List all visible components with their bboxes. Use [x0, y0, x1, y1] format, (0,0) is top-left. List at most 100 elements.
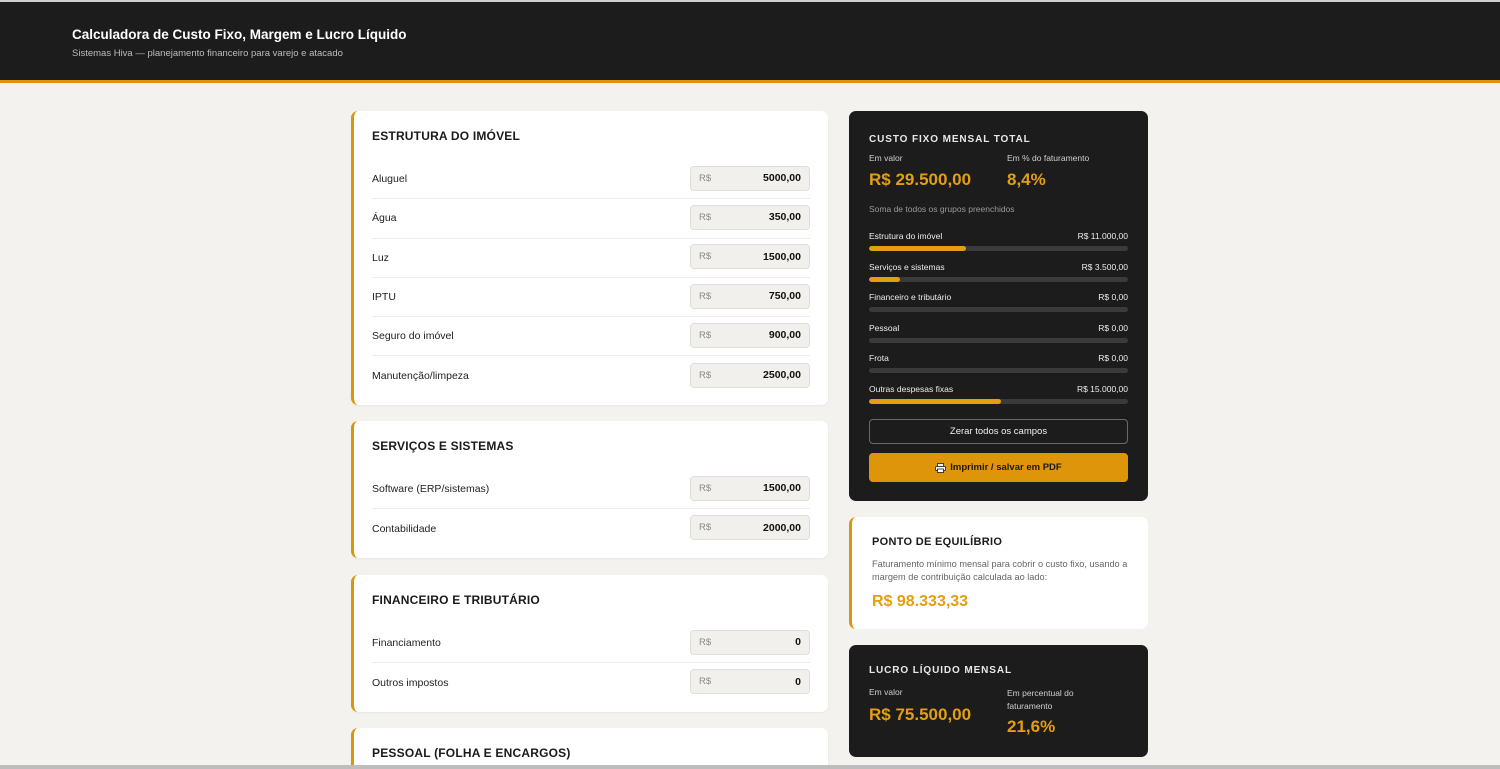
fixed-cost-title: CUSTO FIXO MENSAL TOTAL — [869, 134, 1031, 145]
section-title: ESTRUTURA DO IMÓVEL — [372, 129, 521, 143]
luz-input[interactable]: R$ 1500,00 — [690, 244, 810, 270]
field-value: 350,00 — [768, 211, 801, 224]
currency-prefix: R$ — [699, 522, 712, 534]
agua-input[interactable]: R$ 350,00 — [690, 204, 810, 230]
field-label: Contabilidade — [372, 522, 437, 535]
field-value: 1500,00 — [763, 482, 801, 495]
fixed-cost-note: Soma de todos os grupos preenchidos — [869, 204, 1015, 214]
window-bottom-border — [0, 765, 1500, 769]
group-label: Pessoal — [869, 322, 900, 333]
print-button[interactable]: Imprimir / salvar em PDF — [869, 453, 1128, 482]
field-value: 1500,00 — [763, 250, 801, 263]
field-list: Financiamento R$ 0 Outros impostos R$ 0 — [372, 624, 810, 703]
group-bar-track — [869, 307, 1128, 313]
aluguel-input[interactable]: R$ 5000,00 — [690, 165, 810, 191]
fixed-cost-pct: 8,4% — [1007, 170, 1046, 189]
field-value: 0 — [795, 636, 801, 649]
fixed-cost-summary: CUSTO FIXO MENSAL TOTAL Em valor Em % do… — [849, 111, 1148, 501]
field-value: 2500,00 — [763, 369, 801, 382]
field-label: Manutenção/limpeza — [372, 370, 469, 383]
financiamento-input[interactable]: R$ 0 — [690, 629, 810, 655]
fixed-cost-value: R$ 29.500,00 — [869, 170, 972, 189]
field-row-seguro: Seguro do imóvel R$ 900,00 — [372, 317, 810, 357]
currency-prefix: R$ — [699, 251, 712, 263]
seguro-input[interactable]: R$ 900,00 — [690, 322, 810, 348]
field-row-software: Software (ERP/sistemas) R$ 1500,00 — [372, 470, 810, 510]
software-input[interactable]: R$ 1500,00 — [690, 475, 810, 501]
group-label: Estrutura do imóvel — [869, 231, 943, 241]
field-value: 0 — [795, 675, 801, 688]
group-bar-track — [869, 368, 1128, 374]
field-list: Software (ERP/sistemas) R$ 1500,00 Contab… — [372, 470, 810, 549]
currency-prefix: R$ — [699, 290, 712, 302]
field-value: 750,00 — [768, 290, 801, 303]
currency-prefix: R$ — [699, 636, 712, 648]
currency-prefix: R$ — [699, 211, 712, 223]
manutencao-input[interactable]: R$ 2500,00 — [690, 362, 810, 388]
net-profit-title: LUCRO LÍQUIDO MENSAL — [869, 665, 1012, 676]
section-title: SERVIÇOS E SISTEMAS — [372, 439, 514, 453]
group-label: Frota — [869, 353, 889, 364]
section-title: FINANCEIRO E TRIBUTÁRIO — [372, 593, 540, 607]
currency-prefix: R$ — [699, 676, 712, 688]
printer-icon — [935, 462, 947, 473]
field-label: Água — [372, 212, 397, 225]
net-profit-pct: 21,6% — [1007, 717, 1056, 736]
group-bar-track — [869, 246, 1128, 251]
field-row-manutencao: Manutenção/limpeza R$ 2500,00 — [372, 356, 810, 395]
section-servicos-sistemas: SERVIÇOS E SISTEMAS Software (ERP/sistem… — [351, 421, 828, 558]
group-bar-fill — [869, 398, 1001, 404]
reset-button[interactable]: Zerar todos os campos — [869, 419, 1128, 444]
group-label: Financeiro e tributário — [869, 292, 952, 303]
net-profit-panel: LUCRO LÍQUIDO MENSAL Em valor Em percent… — [849, 645, 1148, 757]
field-label: Software (ERP/sistemas) — [372, 483, 490, 496]
group-bar-pessoal: Pessoal R$ 0,00 — [869, 323, 1128, 354]
group-bar-track — [869, 337, 1128, 343]
group-amount: R$ 15.000,00 — [1076, 383, 1128, 394]
field-row-agua: Água R$ 350,00 — [372, 199, 810, 239]
group-bar-financeiro: Financeiro e tributário R$ 0,00 — [869, 292, 1128, 323]
field-value: 2000,00 — [763, 521, 801, 534]
section-estrutura-imovel: ESTRUTURA DO IMÓVEL Aluguel R$ 5000,00 Ág… — [351, 111, 828, 405]
iptu-input[interactable]: R$ 750,00 — [690, 283, 810, 309]
group-amount: R$ 11.000,00 — [1077, 231, 1128, 241]
field-label: Outros impostos — [372, 676, 449, 689]
group-bar-fill — [869, 276, 900, 282]
app-subtitle: Sistemas Hiva — planejamento financeiro … — [72, 48, 343, 59]
field-value: 900,00 — [768, 329, 801, 342]
group-bar-estrutura: Estrutura do imóvel R$ 11.000,00 — [869, 231, 1128, 262]
group-bar-outras: Outras despesas fixas R$ 15.000,00 — [869, 384, 1128, 415]
reset-button-label: Zerar todos os campos — [949, 426, 1048, 437]
group-label: Serviços e sistemas — [869, 261, 945, 272]
field-row-outros-impostos: Outros impostos R$ 0 — [372, 663, 810, 702]
field-list: Aluguel R$ 5000,00 Água R$ 350,00 Luz R$ 15… — [372, 160, 810, 396]
group-amount: R$ 0,00 — [1098, 292, 1128, 303]
fixed-cost-value-label: Em valor — [869, 153, 903, 163]
net-profit-value: R$ 75.500,00 — [869, 705, 972, 724]
group-bar-track — [869, 276, 1128, 282]
net-profit-value-label: Em valor — [869, 687, 903, 697]
section-title: PESSOAL (FOLHA E ENCARGOS) — [372, 746, 571, 760]
currency-prefix: R$ — [699, 329, 712, 341]
breakeven-title: PONTO DE EQUILÍBRIO — [872, 536, 1003, 548]
breakeven-panel: PONTO DE EQUILÍBRIO Faturamento mínimo m… — [849, 517, 1148, 629]
outros-impostos-input[interactable]: R$ 0 — [690, 669, 810, 695]
field-row-financiamento: Financiamento R$ 0 — [372, 624, 810, 664]
field-value: 5000,00 — [763, 172, 801, 185]
breakeven-value: R$ 98.333,33 — [872, 593, 969, 610]
group-amount: R$ 0,00 — [1098, 353, 1128, 364]
print-button-label: Imprimir / salvar em PDF — [950, 462, 1062, 473]
group-amount: R$ 3.500,00 — [1081, 261, 1128, 272]
field-row-contabilidade: Contabilidade R$ 2000,00 — [372, 509, 810, 548]
contabilidade-input[interactable]: R$ 2000,00 — [690, 515, 810, 541]
group-amount: R$ 0,00 — [1098, 322, 1128, 333]
field-row-aluguel: Aluguel R$ 5000,00 — [372, 160, 810, 200]
field-label: Financiamento — [372, 637, 441, 650]
field-label: Aluguel — [372, 173, 408, 186]
group-bar-fill — [869, 246, 966, 251]
currency-prefix: R$ — [699, 172, 712, 184]
currency-prefix: R$ — [699, 369, 712, 381]
app-title: Calculadora de Custo Fixo, Margem e Lucr… — [72, 27, 407, 42]
field-label: Luz — [372, 251, 389, 264]
field-row-iptu: IPTU R$ 750,00 — [372, 278, 810, 318]
